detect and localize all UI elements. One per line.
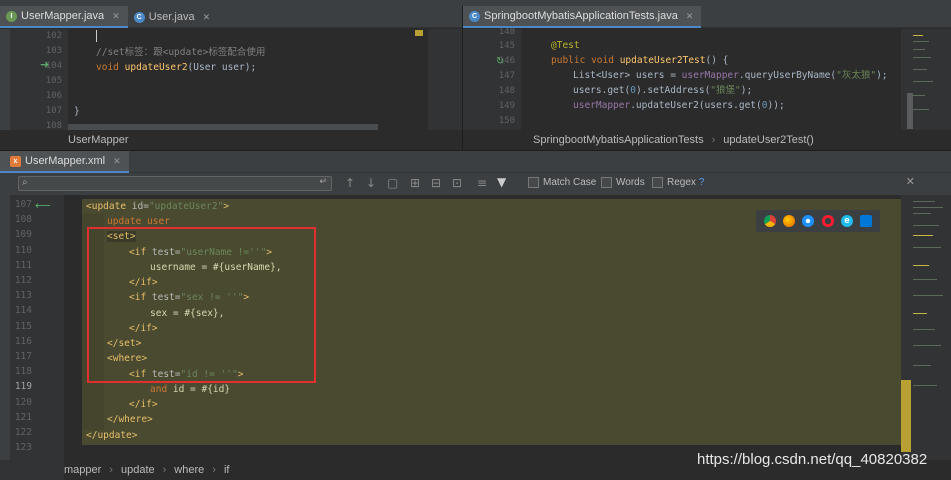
breadcrumb-top-left: UserMapper [68,130,129,150]
implemented-arrow-icon[interactable]: ➜ [40,58,49,71]
line-number: 108 [14,214,32,226]
regex-option[interactable]: Regex ? [652,177,704,188]
search-input[interactable]: ⌕ ↵ [18,176,332,191]
close-icon[interactable]: ✕ [686,11,694,22]
tab-usermapper-java[interactable]: I UserMapper.java ✕ [0,6,128,28]
breadcrumb-item[interactable]: if [224,464,230,476]
close-icon[interactable]: ✕ [112,11,120,22]
line-number: 118 [14,366,32,378]
code-line-122: </update> [86,430,138,441]
close-icon[interactable]: ✕ [203,12,211,23]
navigate-to-method-icon[interactable]: ⟵ [35,199,51,212]
top-right-tab-bar: C SpringbootMybatisApplicationTests.java… [463,6,951,28]
code-line-107: <update id="updateUser2"> [86,201,230,212]
breadcrumb-gutter [0,460,64,480]
ie-icon[interactable]: e [840,215,853,227]
watermark: https://blog.csdn.net/qq_40820382 [697,451,928,468]
marker [415,30,423,36]
set-highlight-box [87,227,316,383]
line-number: 120 [14,396,32,408]
class-icon: C [469,10,480,22]
class-icon: C [133,11,145,23]
breadcrumb-item[interactable]: updateUser2Test() [723,134,814,146]
left-toolbar-strip [0,29,10,130]
safari-icon[interactable] [802,215,815,227]
line-number: 116 [14,335,32,347]
filter-icon[interactable]: ▼ [497,175,506,189]
filter-lines-icon[interactable]: ≡ [477,176,487,190]
interface-icon: I [6,10,17,22]
line-number: 107 [14,199,32,210]
match-case-checkbox[interactable] [528,177,539,188]
line-number: 110 [14,244,32,256]
line-number: 119 [14,381,32,393]
tab-usermapper-xml[interactable]: x UserMapper.xml ✕ [0,151,129,173]
breadcrumb-item[interactable]: update [121,464,155,476]
remove-occurrence-icon[interactable]: ⊟ [431,176,441,190]
text-cursor [96,30,97,42]
next-occurrence-icon[interactable]: ↓ [366,176,376,190]
top-right-minimap [901,29,951,130]
left-toolbar-strip [0,195,10,460]
code-line-119: and id = #{id} [150,384,231,395]
top-right-gutter: 148 145 146 147 148 149 150 [463,27,521,130]
line-numbers: 107 108 109 110 111 112 113 114 115 116 117 118 119 1… [10,195,64,460]
line-number: 117 [14,351,32,362]
search-icon: ⌕ [22,177,28,188]
firefox-icon[interactable] [782,215,795,227]
line-number: 109 [14,229,32,241]
line-number: 123 [14,442,32,454]
close-find-icon[interactable]: ✕ [906,175,915,188]
regex-checkbox[interactable] [652,177,663,188]
line-number: 113 [14,290,32,302]
bottom-minimap [901,195,951,460]
breadcrumb-item[interactable]: UserMapper [68,134,129,146]
code-line-121: </where> [107,414,153,425]
scroll-thumb[interactable] [901,380,911,452]
newline-icon[interactable]: ↵ [319,177,327,187]
edge-icon[interactable] [860,215,873,227]
top-left-minimap [428,29,462,130]
line-number: 114 [14,305,32,317]
run-test-icon[interactable]: ↻ [496,56,504,67]
opera-icon[interactable] [821,215,834,227]
line-number: 112 [14,275,32,286]
breadcrumb-item[interactable]: SpringbootMybatisApplicationTests [533,134,704,146]
words-checkbox[interactable] [601,177,612,188]
line-number: 121 [14,411,32,423]
top-left-tab-bar: I UserMapper.java ✕ C User.java ✕ [0,6,462,28]
line-number: 115 [14,320,32,332]
line-number: 111 [14,259,32,271]
bottom-tab-bar: x UserMapper.xml ✕ [0,151,951,173]
top-left-code: //set标签：跟<update>标签配合使用 void updateUser2… [68,29,428,130]
add-occurrence-icon[interactable]: ⊞ [410,176,420,190]
breadcrumb-top-right: SpringbootMybatisApplicationTests › upda… [533,134,814,146]
tab-user-java[interactable]: C User.java ✕ [128,6,218,28]
previous-occurrence-icon[interactable]: ↑ [345,176,355,190]
select-occurrences-icon[interactable]: ⊡ [452,176,462,190]
help-icon[interactable]: ? [699,177,705,188]
select-all-occurrences-icon[interactable]: ▢ [387,176,398,190]
breadcrumb-item[interactable]: mapper [64,464,101,476]
match-case-option[interactable]: Match Case [528,177,596,188]
top-right-code: @Test public void updateUser2Test() { Li… [521,29,901,130]
find-bar: ⌕ ↵ ↑ ↓ ▢ ⊞ ⊟ ⊡ ≡ ▼ Match Case Words Reg… [0,173,951,195]
close-icon[interactable]: ✕ [113,156,121,167]
chrome-icon[interactable] [763,215,776,227]
top-left-gutter: 102 103 104 105 106 107 108 [10,29,68,131]
words-option[interactable]: Words [601,177,645,188]
open-in-browser-popup: e [756,210,880,232]
tab-tests-java[interactable]: C SpringbootMybatisApplicationTests.java… [463,6,702,28]
breadcrumb-item[interactable]: where [174,464,204,476]
code-line-120: </if> [129,399,158,410]
line-number: 122 [14,427,32,438]
xml-icon: x [10,155,21,167]
